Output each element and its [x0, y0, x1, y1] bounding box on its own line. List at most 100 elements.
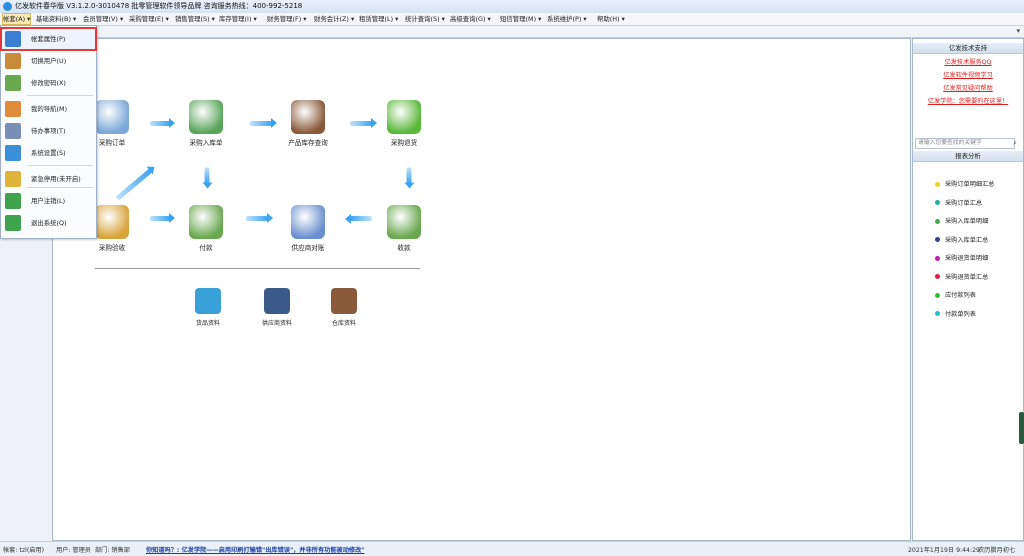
- support-link-3[interactable]: 亿发学院：您需要的在这里！: [913, 96, 1023, 105]
- menu-separator: [27, 187, 93, 188]
- password-icon: [5, 75, 21, 91]
- menu-item-password[interactable]: 修改密码(X): [1, 72, 96, 94]
- flow-node-label: 产品库存查询: [288, 139, 328, 147]
- report-label: 采购订单明细汇总: [945, 181, 995, 188]
- menu-item-label: 待办事项(T): [31, 127, 66, 135]
- resource-supplier[interactable]: 供应商资料: [247, 288, 307, 327]
- menu-separator: [27, 95, 93, 96]
- report-label: 采购退货单汇总: [945, 273, 989, 281]
- supplier-reconcile-icon: [291, 205, 325, 239]
- flow-arrow-icon: [350, 118, 377, 128]
- report-link-2[interactable]: 采购入库单明细: [935, 216, 988, 225]
- resource-goods[interactable]: 货品资料: [178, 288, 238, 327]
- status-user: 用户: 管理员: [56, 547, 91, 554]
- tab-list-chevron-icon[interactable]: ▾: [1016, 27, 1020, 35]
- app-logo-icon: [3, 2, 12, 11]
- status-bar: 帐套: tzl(启用) 用户: 管理员 部门: 销售部 你知道吗？: 亿发学院—…: [0, 541, 1024, 556]
- menu-9[interactable]: 统计查询(S) ▾: [405, 14, 445, 24]
- support-header: 亿发技术支持: [913, 43, 1023, 54]
- resource-label: 货品资料: [195, 320, 220, 327]
- status-account: 帐套: tzl(启用): [3, 547, 45, 554]
- menu-1[interactable]: 基础资料(B) ▾: [36, 14, 76, 24]
- flow-arrow-icon: [350, 216, 372, 221]
- flow-node-label: 采购入库单: [189, 139, 223, 147]
- flow-node-supplier-reconcile[interactable]: 供应商对账: [278, 205, 338, 252]
- menu-item-label: 退出系统(Q): [31, 219, 67, 227]
- menu-item-exit[interactable]: 退出系统(Q): [1, 212, 96, 234]
- report-link-3[interactable]: 采购入库单汇总: [935, 235, 988, 244]
- flow-node-receipt[interactable]: 收款: [374, 205, 434, 252]
- report-bullet-icon: [935, 200, 940, 205]
- todo-icon: [5, 123, 21, 139]
- goods-icon: [195, 288, 221, 314]
- flow-node-purchase-return[interactable]: 采购退货: [374, 100, 434, 147]
- exit-icon: [5, 215, 21, 231]
- flow-arrow-icon: [204, 167, 210, 184]
- menu-13[interactable]: 帮助(H) ▾: [597, 14, 625, 24]
- menu-item-switch-user[interactable]: 切换用户(U): [1, 50, 96, 72]
- menu-0[interactable]: 帐套(A) ▾: [2, 13, 32, 25]
- flow-arrow-icon: [250, 118, 277, 128]
- purchase-order-icon: [95, 100, 129, 134]
- menu-item-settings[interactable]: 系统设置(S): [1, 142, 96, 164]
- title-bar: 亿发软件春华版 V3.1.2.0-3010478 批零管理软件领导品牌 咨询服务…: [0, 0, 1024, 14]
- menu-7[interactable]: 财务会计(Z) ▾: [314, 14, 354, 24]
- menu-2[interactable]: 会员管理(V) ▾: [83, 14, 123, 24]
- menu-4[interactable]: 销售管理(S) ▾: [175, 14, 215, 24]
- report-bullet-icon: [935, 255, 940, 261]
- report-label: 采购退货单明细: [945, 255, 989, 262]
- report-label: 采购订单汇总: [945, 199, 983, 207]
- menu-bar: 帐套(A) ▾ 基础资料(B) ▾ 会员管理(V) ▾ 采购管理(E) ▾ 销售管理(S…: [0, 13, 1024, 26]
- report-link-0[interactable]: 采购订单明细汇总: [935, 179, 995, 188]
- flow-node-inventory-search[interactable]: 产品库存查询: [278, 100, 338, 147]
- menu-item-label: 系统设置(S): [31, 149, 66, 157]
- flow-arrow-icon: [150, 118, 175, 128]
- menu-item-label: 帐套属性(P): [31, 35, 66, 43]
- menu-8[interactable]: 租赁管理(L) ▾: [359, 14, 398, 24]
- menu-11[interactable]: 短信管理(M) ▾: [500, 14, 541, 24]
- resource-label: 供应商资料: [261, 320, 292, 327]
- menu-12[interactable]: 系统维护(P) ▾: [547, 14, 587, 24]
- purchase-return-icon: [387, 100, 421, 134]
- report-link-4[interactable]: 采购退货单明细: [935, 253, 988, 262]
- tip-marquee[interactable]: 你知道吗？: 亿发学院——启用印刷打输错"出库错误"，并非所有功能被动修改": [146, 545, 365, 554]
- flow-arrow-icon: [406, 167, 412, 184]
- side-drawer-handle[interactable]: [1019, 412, 1024, 444]
- menu-separator: [27, 165, 93, 166]
- keyword-search-input[interactable]: 请输入您要查找的关键字: [915, 138, 1015, 149]
- switch-user-icon: [5, 53, 21, 69]
- search-icon[interactable]: ⌕: [1013, 138, 1021, 148]
- menu-item-todo[interactable]: 待办事项(T): [1, 120, 96, 142]
- report-label: 应付款列表: [945, 292, 976, 299]
- account-properties-icon: [5, 31, 21, 47]
- report-label: 付款单列表: [945, 310, 976, 318]
- support-link-2[interactable]: 亿发常见疑问帮助: [913, 83, 1023, 92]
- menu-item-account-properties[interactable]: 帐套属性(P): [0, 27, 97, 51]
- menu-6[interactable]: 财务管理(F) ▾: [267, 14, 306, 24]
- purchase-inspection-icon: [95, 205, 129, 239]
- menu-3[interactable]: 采购管理(E) ▾: [129, 14, 169, 24]
- menu-10[interactable]: 高级查询(G) ▾: [450, 14, 491, 24]
- menu-item-label: 修改密码(X): [31, 79, 66, 87]
- purchase-receipt-icon: [189, 100, 223, 134]
- report-link-6[interactable]: 应付款列表: [935, 290, 976, 299]
- menu-5[interactable]: 库存管理(I) ▾: [219, 14, 257, 24]
- report-bullet-icon: [935, 292, 940, 298]
- support-link-1[interactable]: 亿发软件视频学习: [913, 70, 1023, 79]
- support-link-0[interactable]: 亿发技术服务QQ: [913, 57, 1023, 66]
- resource-warehouse[interactable]: 仓库资料: [314, 288, 374, 327]
- menu-item-label: 我的导航(M): [31, 105, 68, 113]
- report-label: 采购入库单明细: [945, 218, 989, 225]
- report-link-7[interactable]: 付款单列表: [935, 309, 976, 318]
- report-label: 采购入库单汇总: [945, 236, 989, 244]
- report-link-5[interactable]: 采购退货单汇总: [935, 272, 988, 281]
- menu-item-navigation[interactable]: 我的导航(M): [1, 98, 96, 120]
- flow-node-label: 收款: [397, 244, 411, 252]
- flow-node-payment[interactable]: 付款: [176, 205, 236, 252]
- flow-divider: [95, 268, 420, 269]
- flow-node-purchase-receipt[interactable]: 采购入库单: [176, 100, 236, 147]
- supplier-icon: [264, 288, 290, 314]
- menu-item-logout[interactable]: 用户注销(L): [1, 190, 96, 212]
- status-dept: 部门: 销售部: [95, 547, 130, 554]
- report-link-1[interactable]: 采购订单汇总: [935, 198, 982, 207]
